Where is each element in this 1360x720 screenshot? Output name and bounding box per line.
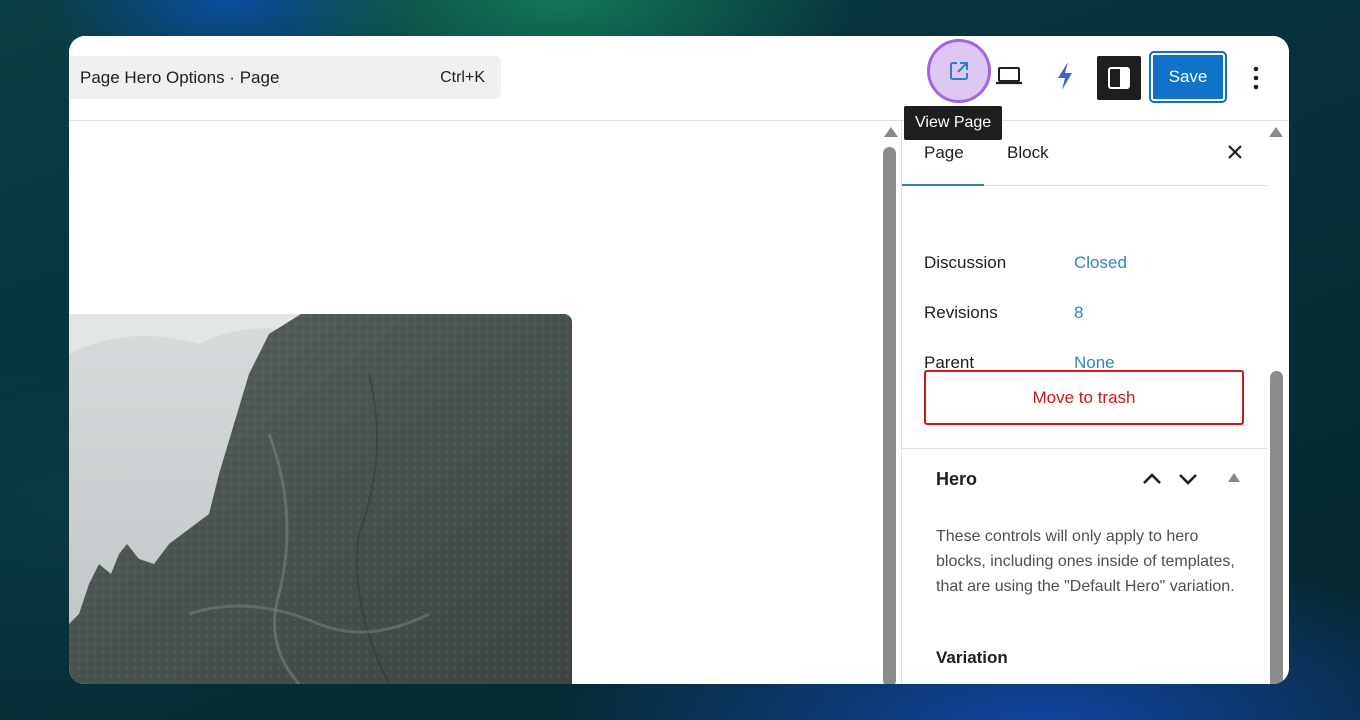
external-link-icon: [950, 62, 968, 80]
settings-sidebar-toggle[interactable]: [1097, 56, 1141, 100]
laptop-icon: [996, 67, 1022, 85]
tab-block[interactable]: Block: [1007, 143, 1049, 163]
discussion-label: Discussion: [924, 253, 1007, 272]
move-panel-up-button[interactable]: [1140, 467, 1164, 491]
revisions-value-link[interactable]: 8: [1074, 303, 1083, 323]
command-palette-bar[interactable]: Page Hero Options · Page Ctrl+K: [69, 56, 501, 99]
canvas-scrollbar[interactable]: [881, 121, 901, 684]
view-page-tooltip: View Page: [904, 106, 1003, 140]
chevron-up-icon: [1143, 473, 1161, 484]
scrollbar-thumb[interactable]: [883, 147, 896, 684]
chevron-down-icon: [1179, 474, 1197, 485]
close-sidebar-button[interactable]: [1220, 137, 1250, 167]
shortcut-hint: Ctrl+K: [440, 68, 485, 86]
more-vertical-icon: [1253, 66, 1259, 90]
tab-page[interactable]: Page: [924, 143, 964, 163]
variation-label: Variation: [936, 648, 1008, 667]
save-button[interactable]: Save: [1149, 51, 1227, 103]
panel-divider: [902, 448, 1267, 449]
performance-button[interactable]: [1047, 56, 1083, 96]
revisions-label: Revisions: [924, 303, 998, 322]
document-title: Page Hero Options · Page: [80, 67, 280, 87]
move-panel-down-button[interactable]: [1176, 467, 1200, 491]
active-tab-indicator: [902, 184, 984, 186]
settings-sidebar: Page Block Discussion Closed Revisions 8…: [901, 121, 1289, 684]
scroll-up-arrow-icon[interactable]: [884, 127, 898, 137]
editor-window: Page Hero Options · Page Ctrl+K Save Vie…: [69, 36, 1289, 684]
lightning-bolt-icon: [1058, 62, 1072, 90]
collapse-panel-icon[interactable]: [1228, 473, 1240, 482]
discussion-value-link[interactable]: Closed: [1074, 253, 1127, 273]
hero-mountain-image[interactable]: [69, 314, 572, 684]
editor-top-toolbar: Page Hero Options · Page Ctrl+K Save: [69, 36, 1289, 121]
sidebar-scrollbar[interactable]: [1265, 121, 1287, 684]
close-icon: [1228, 145, 1242, 159]
editor-canvas[interactable]: [69, 121, 881, 684]
scroll-up-arrow-icon[interactable]: [1269, 127, 1283, 137]
view-page-button[interactable]: [927, 39, 991, 103]
sidebar-icon: [1108, 67, 1130, 89]
move-to-trash-button[interactable]: Move to trash: [924, 370, 1244, 425]
options-menu-button[interactable]: [1241, 56, 1271, 100]
hero-panel-title[interactable]: Hero: [936, 469, 977, 490]
scrollbar-thumb[interactable]: [1270, 371, 1283, 684]
device-preview-button[interactable]: [991, 56, 1027, 96]
hero-panel-description: These controls will only apply to hero b…: [936, 528, 1235, 595]
